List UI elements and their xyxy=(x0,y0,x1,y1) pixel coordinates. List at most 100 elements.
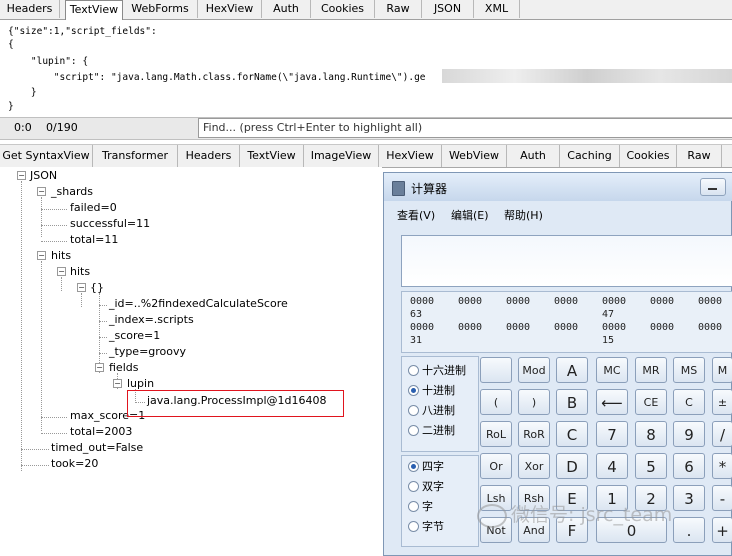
radio-word[interactable]: 字 xyxy=(408,499,433,515)
bit-group[interactable]: 0000 xyxy=(602,296,626,307)
radio-qword[interactable]: 四字 xyxy=(408,459,444,475)
decimal-key[interactable]: . xyxy=(673,517,705,543)
ce-key[interactable]: CE xyxy=(635,389,667,415)
digit-5-key[interactable]: 5 xyxy=(635,453,667,479)
bit-group[interactable]: 0000 xyxy=(506,296,530,307)
xor-key[interactable]: Xor xyxy=(518,453,550,479)
ms-key[interactable]: MS xyxy=(673,357,705,383)
collapse-toggle[interactable]: − xyxy=(113,379,122,388)
bit-group[interactable]: 0000 xyxy=(650,296,674,307)
mod-key[interactable]: Mod xyxy=(518,357,550,383)
tree-node-failed[interactable]: failed=0 xyxy=(70,201,117,215)
bit-group[interactable]: 0000 xyxy=(506,322,530,333)
tab-raw[interactable]: Raw xyxy=(375,0,422,18)
minimize-button[interactable] xyxy=(700,178,726,196)
tab-headers[interactable]: Headers xyxy=(0,0,60,18)
bit-group[interactable]: 0000 xyxy=(650,322,674,333)
tab-caching[interactable]: Caching xyxy=(560,145,620,167)
find-input[interactable]: Find... (press Ctrl+Enter to highlight a… xyxy=(198,118,732,138)
lparen-key[interactable]: ( xyxy=(480,389,512,415)
tab-auth[interactable]: Auth xyxy=(262,0,311,18)
tree-node-index[interactable]: _index=.scripts xyxy=(109,313,194,327)
collapse-toggle[interactable]: − xyxy=(17,171,26,180)
radio-byte[interactable]: 字节 xyxy=(408,519,444,535)
hex-c-key[interactable]: C xyxy=(556,421,588,447)
multiply-key[interactable]: * xyxy=(712,453,732,479)
tab-headers[interactable]: Headers xyxy=(178,145,240,167)
tree-node-id[interactable]: _id=..%2findexedCalculateScore xyxy=(109,297,288,311)
tab-textview[interactable]: TextView xyxy=(65,0,123,20)
tab-hexview[interactable]: HexView xyxy=(198,0,262,18)
radio-dword[interactable]: 双字 xyxy=(408,479,444,495)
tab-webforms[interactable]: WebForms xyxy=(123,0,198,18)
collapse-toggle[interactable]: − xyxy=(95,363,104,372)
tree-node-total[interactable]: total=11 xyxy=(70,233,118,247)
tree-node-fields[interactable]: fields xyxy=(109,361,138,375)
menu-help[interactable]: 帮助(H) xyxy=(504,207,543,223)
tab-xml[interactable]: XML xyxy=(474,0,520,18)
tree-node-hits-inner[interactable]: hits xyxy=(70,265,90,279)
tab-webview[interactable]: WebView xyxy=(442,145,507,167)
mr-key[interactable]: MR xyxy=(635,357,667,383)
tree-node-score[interactable]: _score=1 xyxy=(109,329,160,343)
tree-node-hits[interactable]: hits xyxy=(51,249,71,263)
hex-b-key[interactable]: B xyxy=(556,389,588,415)
collapse-toggle[interactable]: − xyxy=(37,187,46,196)
tree-node-lupin[interactable]: lupin xyxy=(127,377,154,391)
collapse-toggle[interactable]: − xyxy=(57,267,66,276)
bit-group[interactable]: 0000 xyxy=(410,322,434,333)
bit-group[interactable]: 0000 xyxy=(698,296,722,307)
tree-node-type[interactable]: _type=groovy xyxy=(109,345,186,359)
radio-oct[interactable]: 八进制 xyxy=(408,403,455,419)
mc-key[interactable]: MC xyxy=(596,357,628,383)
collapse-toggle[interactable]: − xyxy=(37,251,46,260)
plus-minus-key[interactable]: ± xyxy=(712,389,732,415)
menu-edit[interactable]: 编辑(E) xyxy=(451,207,489,223)
digit-9-key[interactable]: 9 xyxy=(673,421,705,447)
tab-get-syntaxview[interactable]: Get SyntaxView xyxy=(0,145,93,167)
tab-transformer[interactable]: Transformer xyxy=(93,145,178,167)
subtract-key[interactable]: - xyxy=(712,485,732,511)
tree-node-hits-total[interactable]: total=2003 xyxy=(70,425,132,439)
digit-4-key[interactable]: 4 xyxy=(596,453,628,479)
blank-key[interactable] xyxy=(480,357,512,383)
bit-group[interactable]: 0000 xyxy=(602,322,626,333)
tab-auth[interactable]: Auth xyxy=(507,145,560,167)
rparen-key[interactable]: ) xyxy=(518,389,550,415)
bit-group[interactable]: 0000 xyxy=(458,322,482,333)
bit-group[interactable]: 0000 xyxy=(698,322,722,333)
tree-node-shards[interactable]: _shards xyxy=(51,185,93,199)
digit-6-key[interactable]: 6 xyxy=(673,453,705,479)
tree-node-timed-out[interactable]: timed_out=False xyxy=(51,441,143,455)
tree-node-took[interactable]: took=20 xyxy=(51,457,98,471)
tree-node-json[interactable]: JSON xyxy=(30,169,57,183)
rol-key[interactable]: RoL xyxy=(480,421,512,447)
hex-d-key[interactable]: D xyxy=(556,453,588,479)
hex-a-key[interactable]: A xyxy=(556,357,588,383)
tab-json[interactable]: JSON xyxy=(422,0,474,18)
tab-hexview[interactable]: HexView xyxy=(379,145,442,167)
m-key[interactable]: M xyxy=(712,357,732,383)
divide-key[interactable]: / xyxy=(712,421,732,447)
bit-group[interactable]: 0000 xyxy=(458,296,482,307)
tab-textview[interactable]: TextView xyxy=(240,145,304,167)
bit-group[interactable]: 0000 xyxy=(554,322,578,333)
tab-imageview[interactable]: ImageView xyxy=(304,145,379,167)
add-key[interactable]: + xyxy=(712,517,732,543)
digit-8-key[interactable]: 8 xyxy=(635,421,667,447)
digit-3-key[interactable]: 3 xyxy=(673,485,705,511)
backspace-key[interactable]: ⟵ xyxy=(596,389,628,415)
tree-node-successful[interactable]: successful=11 xyxy=(70,217,150,231)
or-key[interactable]: Or xyxy=(480,453,512,479)
ror-key[interactable]: RoR xyxy=(518,421,550,447)
c-key[interactable]: C xyxy=(673,389,705,415)
collapse-toggle[interactable]: − xyxy=(77,283,86,292)
bit-group[interactable]: 0000 xyxy=(410,296,434,307)
digit-7-key[interactable]: 7 xyxy=(596,421,628,447)
tree-node-object[interactable]: {} xyxy=(90,281,104,295)
tab-cookies[interactable]: Cookies xyxy=(620,145,677,167)
radio-hex[interactable]: 十六进制 xyxy=(408,363,466,379)
radio-bin[interactable]: 二进制 xyxy=(408,423,455,439)
tab-cookies[interactable]: Cookies xyxy=(311,0,375,18)
request-body-textview[interactable]: {"size":1,"script_fields": { "lupin": { … xyxy=(0,20,732,116)
